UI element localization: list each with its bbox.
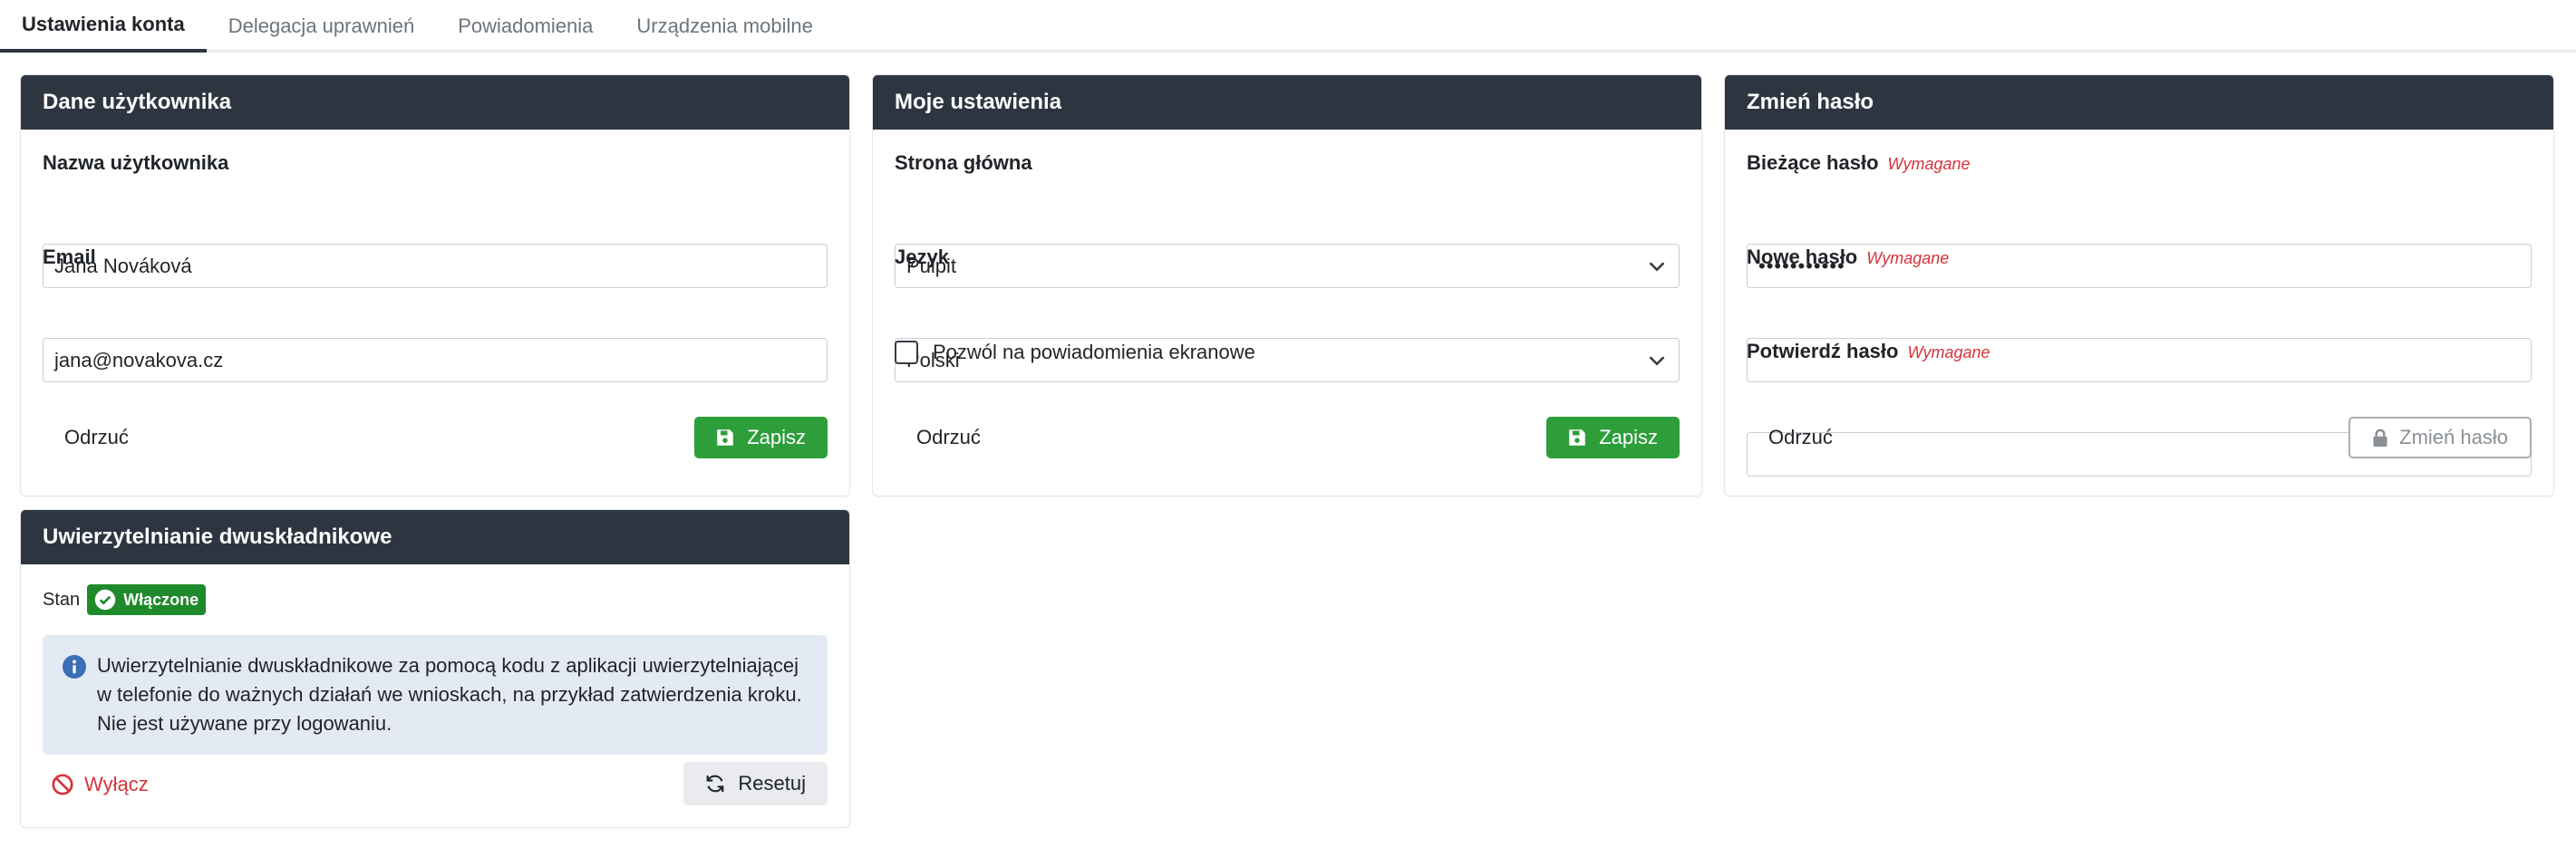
status-badge: Włączone <box>87 584 207 615</box>
user-data-card-title: Dane użytkownika <box>21 75 849 130</box>
status-label: Stan <box>43 589 81 610</box>
required-marker: Wymagane <box>1887 155 1971 173</box>
change-password-card: Zmień hasło Bieżące hasło Wymagane •••••… <box>1724 74 2554 496</box>
username-label: Nazwa użytkownika <box>43 151 229 174</box>
current-password-label: Bieżące hasło Wymagane <box>1747 151 1971 174</box>
language-label: Język <box>895 246 949 268</box>
two-factor-info: Uwierzytelnianie dwuskładnikowe za pomoc… <box>43 635 828 755</box>
homepage-select[interactable]: Pulpit <box>895 244 1680 288</box>
password-discard-button[interactable]: Odrzuć <box>1768 417 1833 458</box>
screen-notifications-option[interactable]: Pozwól na powiadomienia ekranowe <box>895 341 1255 364</box>
homepage-label: Strona główna <box>895 151 1032 174</box>
chevron-down-icon <box>1649 356 1665 366</box>
tab-account-settings[interactable]: Ustawienia konta <box>0 0 207 53</box>
ban-icon <box>52 774 73 795</box>
user-data-card: Dane użytkownika Nazwa użytkownika Jana … <box>20 74 850 496</box>
info-circle-icon <box>63 655 86 679</box>
tab-notifications[interactable]: Powiadomienia <box>436 0 615 53</box>
floppy-disk-icon <box>1569 429 1585 446</box>
info-text-line: w telefonie do ważnych działań we wniosk… <box>97 683 802 706</box>
email-label: Email <box>43 246 96 268</box>
two-factor-status: Stan Włączone <box>43 584 207 615</box>
screen-notifications-label: Pozwól na powiadomienia ekranowe <box>933 341 1255 363</box>
user-discard-button[interactable]: Odrzuć <box>64 417 129 458</box>
two-factor-card: Uwierzytelnianie dwuskładnikowe Stan Włą… <box>20 509 850 828</box>
username-field[interactable]: Jana Nováková <box>43 244 828 288</box>
info-text-line: Nie jest używane przy logowaniu. <box>97 712 392 735</box>
my-settings-card: Moje ustawienia Strona główna Pulpit Jęz… <box>872 74 1702 496</box>
required-marker: Wymagane <box>1866 249 1950 267</box>
new-password-label: Nowe hasło Wymagane <box>1747 246 1950 268</box>
check-circle-icon <box>94 589 116 611</box>
settings-discard-button[interactable]: Odrzuć <box>916 417 981 458</box>
change-password-card-title: Zmień hasło <box>1725 75 2553 130</box>
chevron-down-icon <box>1649 262 1665 272</box>
tab-delegation[interactable]: Delegacja uprawnień <box>207 0 436 53</box>
info-text-line: Uwierzytelnianie dwuskładnikowe za pomoc… <box>97 654 799 677</box>
change-password-button[interactable]: Zmień hasło <box>2348 417 2532 458</box>
two-factor-card-title: Uwierzytelnianie dwuskładnikowe <box>21 510 849 564</box>
screen-notifications-checkbox[interactable] <box>895 341 918 364</box>
settings-save-button[interactable]: Zapisz <box>1546 417 1680 458</box>
reset-two-factor-button[interactable]: Resetuj <box>683 762 828 805</box>
confirm-password-label: Potwierdź hasło Wymagane <box>1747 340 1990 362</box>
floppy-disk-icon <box>717 429 733 446</box>
refresh-icon <box>707 775 724 793</box>
user-save-button[interactable]: Zapisz <box>694 417 828 458</box>
lock-icon <box>2373 428 2387 447</box>
disable-two-factor-button[interactable]: Wyłącz <box>52 764 149 805</box>
required-marker: Wymagane <box>1907 343 1990 361</box>
email-field[interactable]: jana@novakova.cz <box>43 338 828 382</box>
my-settings-card-title: Moje ustawienia <box>873 75 1701 130</box>
tab-bar: Ustawienia konta Delegacja uprawnień Pow… <box>0 0 2576 53</box>
tab-mobile-devices[interactable]: Urządzenia mobilne <box>615 0 834 53</box>
